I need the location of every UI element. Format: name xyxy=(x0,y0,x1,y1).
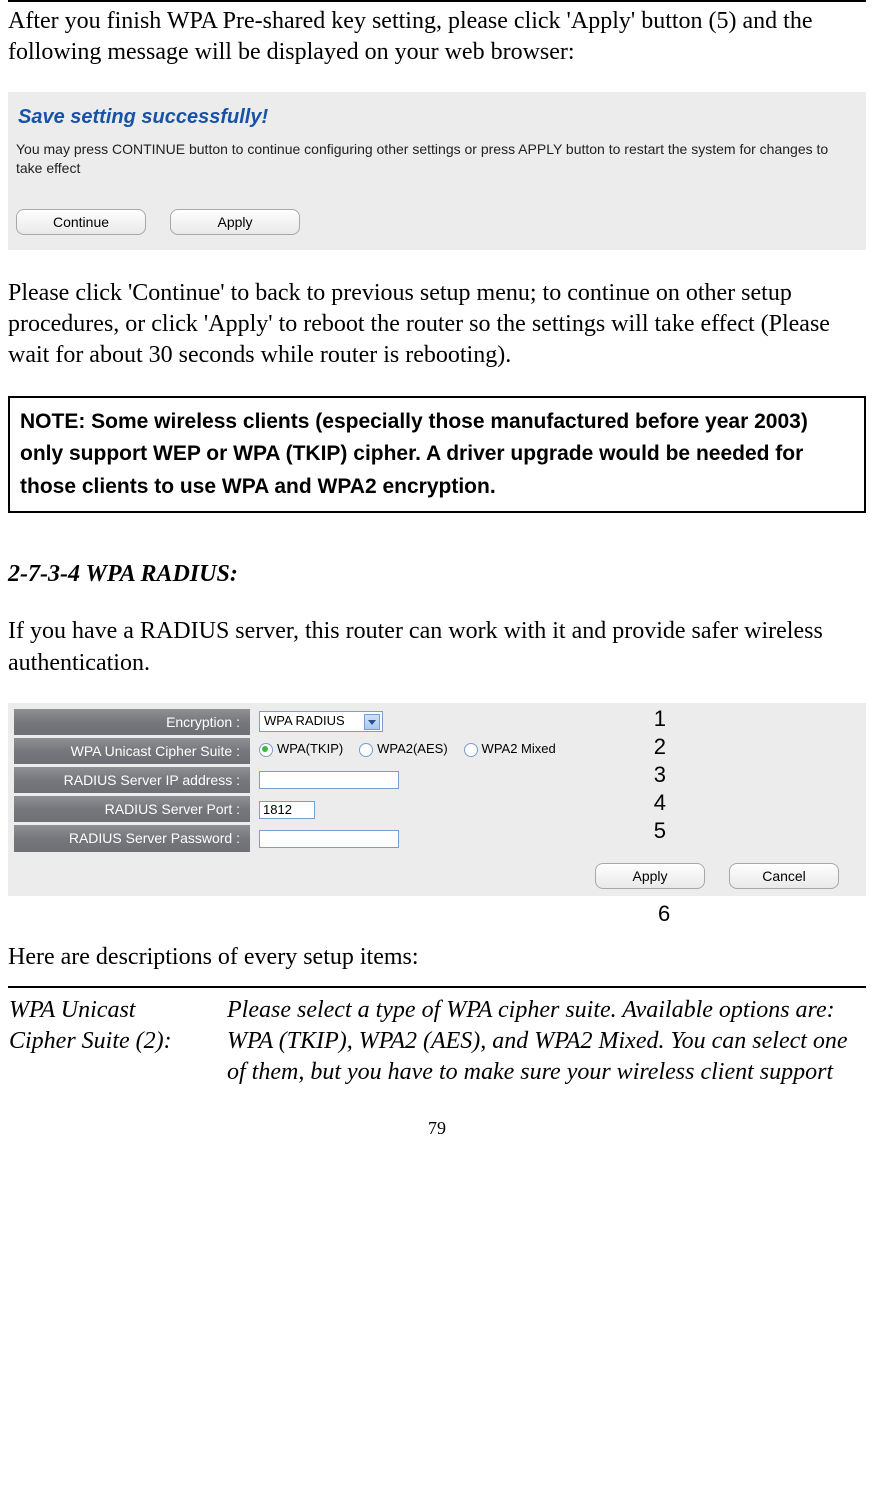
page-top-rule xyxy=(8,0,866,2)
cipher-radio-wpa2-mixed[interactable]: WPA2 Mixed xyxy=(464,741,556,758)
table-row: WPA Unicast Cipher Suite : WPA(TKIP) WPA… xyxy=(14,738,678,764)
encryption-label: Encryption : xyxy=(14,709,250,735)
apply-button-form[interactable]: Apply xyxy=(595,863,705,889)
desc-definition-cell: Please select a type of WPA cipher suite… xyxy=(226,994,866,1090)
radius-ip-label: RADIUS Server IP address : xyxy=(14,767,250,793)
save-setting-description: You may press CONTINUE button to continu… xyxy=(16,140,858,176)
intro-paragraph-1: After you finish WPA Pre-shared key sett… xyxy=(8,6,866,68)
section-heading: 2-7-3-4 WPA RADIUS: xyxy=(8,559,866,590)
page-number: 79 xyxy=(8,1117,866,1140)
cipher-field-cell: WPA(TKIP) WPA2(AES) WPA2 Mixed xyxy=(253,738,678,764)
table-row: RADIUS Server Port : xyxy=(14,796,678,822)
descriptions-intro: Here are descriptions of every setup ite… xyxy=(8,942,866,973)
cipher-label: WPA Unicast Cipher Suite : xyxy=(14,738,250,764)
cipher-option-label: WPA2 Mixed xyxy=(482,741,556,758)
callout-1: 1 xyxy=(654,705,666,734)
descriptions-rule xyxy=(8,986,866,988)
radius-ip-input[interactable] xyxy=(259,771,399,789)
apply-button-save[interactable]: Apply xyxy=(170,209,300,235)
radius-port-field-cell xyxy=(253,796,678,822)
encryption-select-value: WPA RADIUS xyxy=(264,713,345,728)
cipher-radio-wpa2-aes[interactable]: WPA2(AES) xyxy=(359,741,448,758)
descriptions-table: WPA Unicast Cipher Suite (2): Please sel… xyxy=(8,994,866,1090)
radius-port-label: RADIUS Server Port : xyxy=(14,796,250,822)
radius-password-field-cell xyxy=(253,825,678,851)
radio-icon xyxy=(259,743,273,757)
desc-term-line2: Cipher Suite (2): xyxy=(9,1028,172,1054)
radius-ip-field-cell xyxy=(253,767,678,793)
table-row: Encryption : WPA RADIUS xyxy=(14,709,678,735)
encryption-field-cell: WPA RADIUS xyxy=(253,709,678,735)
table-row: RADIUS Server Password : xyxy=(14,825,678,851)
wpa-radius-form-panel: 1 2 3 4 5 Encryption : WPA RADIUS WPA Un… xyxy=(8,703,866,896)
callout-3: 3 xyxy=(654,761,666,790)
callout-4: 4 xyxy=(654,789,666,818)
form-button-row: Apply Cancel xyxy=(11,859,863,890)
desc-term-cell: WPA Unicast Cipher Suite (2): xyxy=(8,994,226,1090)
callout-5: 5 xyxy=(654,817,666,846)
intro-paragraph-3: If you have a RADIUS server, this router… xyxy=(8,616,866,678)
table-row: RADIUS Server IP address : xyxy=(14,767,678,793)
callout-2: 2 xyxy=(654,733,666,762)
cipher-option-label: WPA(TKIP) xyxy=(277,741,343,758)
continue-button[interactable]: Continue xyxy=(16,209,146,235)
radius-password-label: RADIUS Server Password : xyxy=(14,825,250,851)
desc-term-line1: WPA Unicast xyxy=(9,997,135,1023)
note-box: NOTE: Some wireless clients (especially … xyxy=(8,396,866,514)
radius-port-input[interactable] xyxy=(259,801,315,819)
table-row: WPA Unicast Cipher Suite (2): Please sel… xyxy=(8,994,866,1090)
cipher-radio-wpa-tkip[interactable]: WPA(TKIP) xyxy=(259,741,343,758)
cipher-option-label: WPA2(AES) xyxy=(377,741,448,758)
save-setting-title: Save setting successfully! xyxy=(18,104,858,130)
wpa-radius-form-table: Encryption : WPA RADIUS WPA Unicast Ciph… xyxy=(11,706,681,855)
encryption-select[interactable]: WPA RADIUS xyxy=(259,711,383,732)
save-setting-panel: Save setting successfully! You may press… xyxy=(8,92,866,250)
callout-6: 6 xyxy=(658,900,866,929)
radio-icon xyxy=(359,743,373,757)
intro-paragraph-2: Please click 'Continue' to back to previ… xyxy=(8,278,866,372)
radius-password-input[interactable] xyxy=(259,830,399,848)
radio-icon xyxy=(464,743,478,757)
cancel-button[interactable]: Cancel xyxy=(729,863,839,889)
